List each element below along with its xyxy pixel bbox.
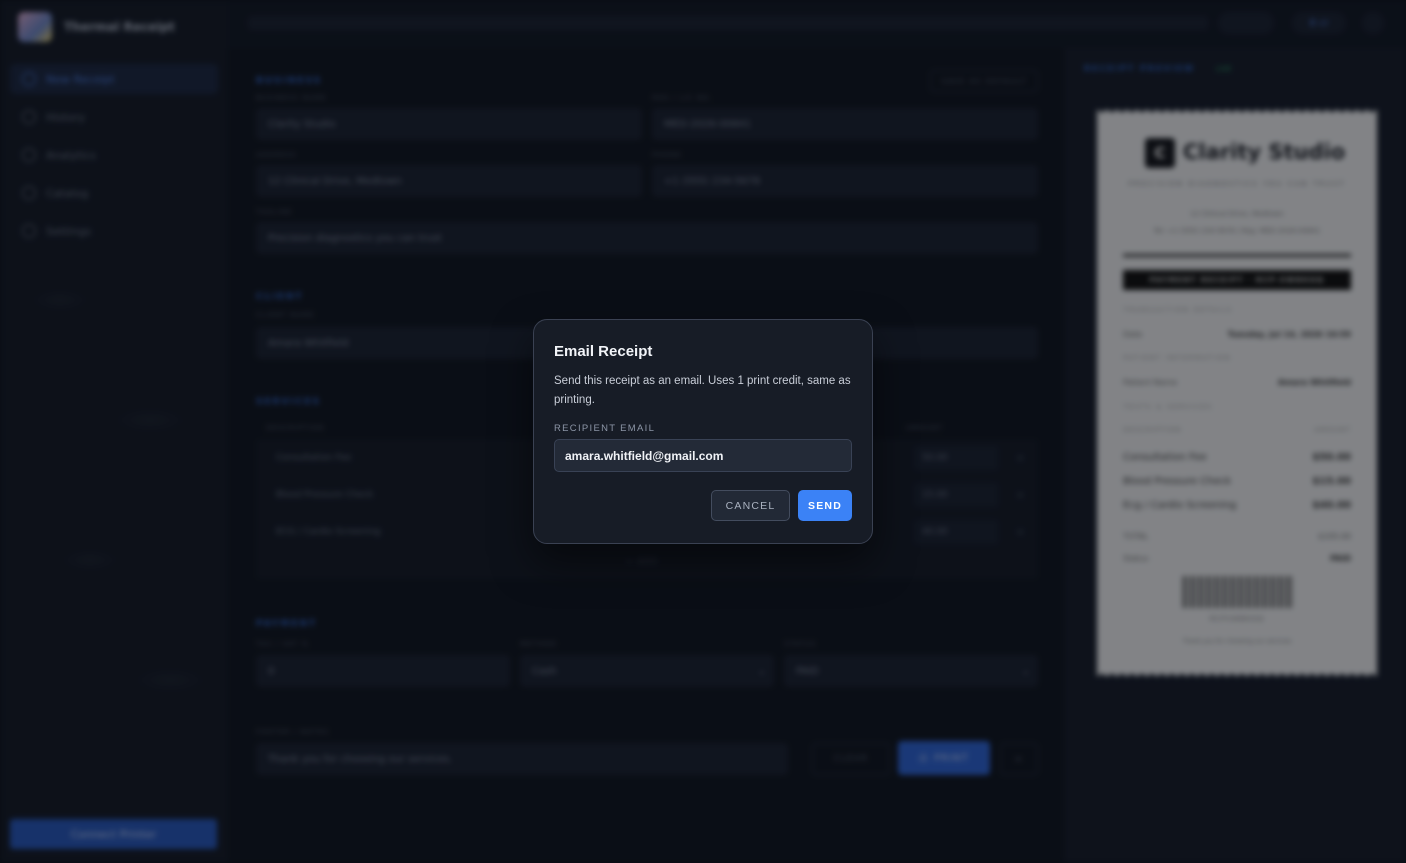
recipient-email-label: RECIPIENT EMAIL bbox=[554, 423, 656, 434]
cancel-button[interactable]: CANCEL bbox=[711, 490, 790, 521]
recipient-email-input[interactable] bbox=[554, 439, 852, 472]
email-receipt-dialog: Email Receipt Send this receipt as an em… bbox=[533, 319, 873, 544]
send-button[interactable]: SEND bbox=[798, 490, 852, 521]
dialog-description: Send this receipt as an email. Uses 1 pr… bbox=[554, 375, 851, 406]
dialog-title: Email Receipt bbox=[554, 343, 653, 360]
